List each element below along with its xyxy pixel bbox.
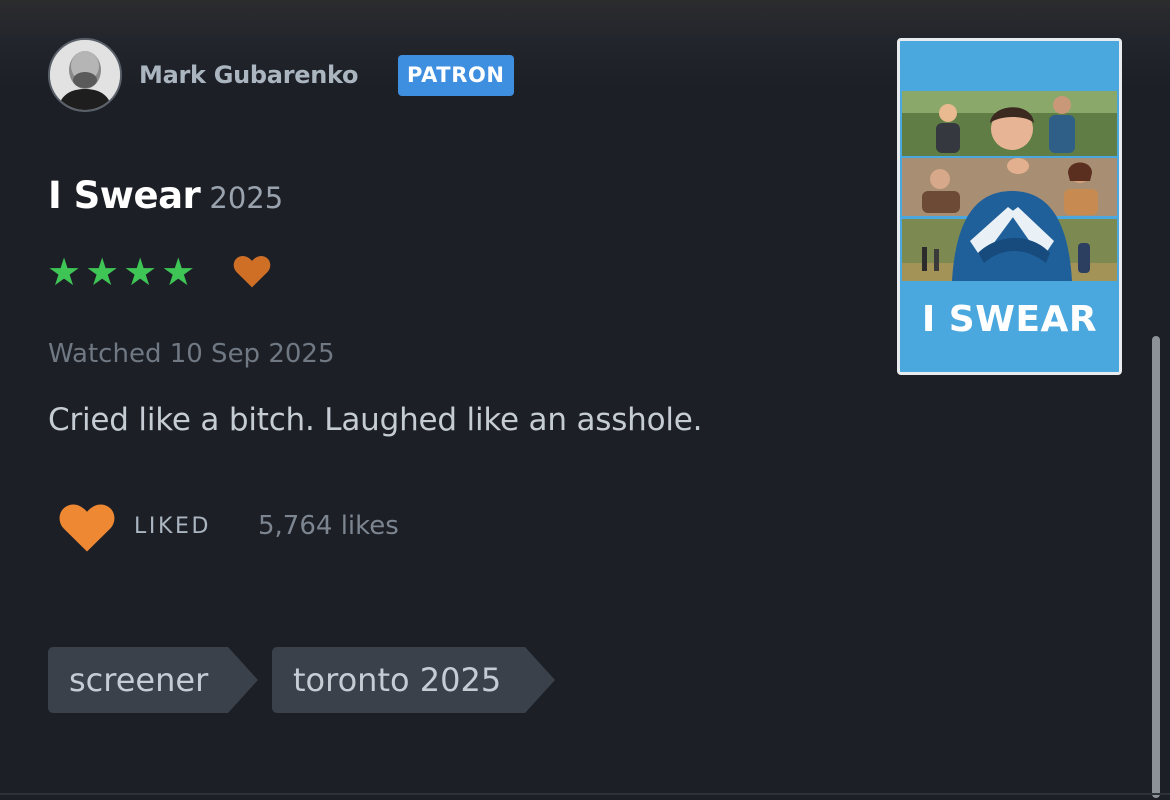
star-icon: ★ (47, 250, 82, 294)
film-title[interactable]: I Swear (48, 174, 201, 217)
review-text: Cried like a bitch. Laughed like an assh… (48, 402, 703, 438)
film-heading: I Swear 2025 (48, 174, 283, 217)
likes-count[interactable]: 5,764 likes (258, 511, 399, 541)
film-year[interactable]: 2025 (209, 181, 283, 215)
liked-heart-icon (233, 255, 271, 288)
tag-toronto-2025[interactable]: toronto 2025 (272, 647, 555, 713)
patron-badge: PATRON (398, 55, 514, 96)
scrollbar-thumb[interactable] (1152, 336, 1160, 798)
tag-screener[interactable]: screener (48, 647, 258, 713)
poster-title: I SWEAR (921, 299, 1098, 340)
like-heart-icon[interactable] (56, 500, 118, 554)
divider (0, 793, 1170, 795)
scrollbar[interactable] (1152, 336, 1160, 798)
avatar[interactable] (48, 38, 122, 112)
avatar-photo-icon (50, 40, 120, 110)
star-icon: ★ (161, 250, 196, 294)
star-icon: ★ (123, 250, 158, 294)
star-icon: ★ (85, 250, 120, 294)
liked-label[interactable]: LIKED (134, 514, 211, 539)
username[interactable]: Mark Gubarenko (139, 61, 359, 89)
review-card: Mark Gubarenko PATRON I Swear 2025 ★ ★ ★ ★ … (0, 0, 1170, 800)
watched-date: Watched 10 Sep 2025 (48, 339, 335, 369)
film-poster[interactable]: I SWEAR (897, 38, 1122, 375)
star-rating: ★ ★ ★ ★ (47, 253, 199, 291)
